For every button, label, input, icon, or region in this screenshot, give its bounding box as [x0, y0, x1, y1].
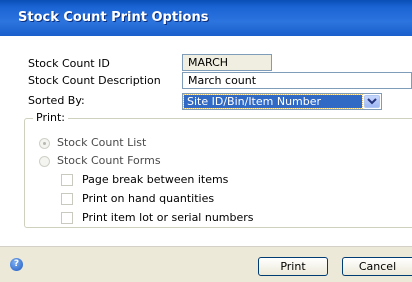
cancel-button-label: Cancel: [358, 260, 397, 273]
help-icon[interactable]: ?: [10, 258, 23, 271]
stock-count-list-radio[interactable]: [39, 138, 50, 149]
print-button[interactable]: Print: [258, 257, 328, 276]
page-break-checkbox[interactable]: [61, 174, 73, 186]
sorted-by-value: Site ID/Bin/Item Number: [183, 94, 363, 109]
stock-count-list-label: Stock Count List: [57, 136, 147, 149]
cancel-button[interactable]: Cancel: [342, 257, 412, 276]
radio-selected-dot: [43, 142, 46, 145]
footer-divider: [0, 246, 412, 247]
title-bar: Stock Count Print Options: [0, 0, 412, 36]
on-hand-quantities-label: Print on hand quantities: [82, 192, 215, 205]
print-button-label: Print: [280, 260, 306, 273]
chevron-down-icon: [367, 98, 377, 105]
sorted-by-dropdown[interactable]: Site ID/Bin/Item Number: [182, 93, 382, 110]
stock-count-id-field: MARCH: [182, 54, 272, 71]
stock-count-id-label: Stock Count ID: [28, 57, 110, 70]
print-group-label: Print:: [33, 111, 69, 124]
page-break-label: Page break between items: [82, 173, 229, 186]
dropdown-arrow[interactable]: [364, 95, 380, 108]
window-title: Stock Count Print Options: [18, 10, 209, 25]
stock-count-forms-radio[interactable]: [39, 156, 50, 167]
sorted-by-label: Sorted By:: [28, 94, 85, 107]
description-field[interactable]: March count: [182, 72, 412, 89]
print-options-group: Print: Stock Count List Stock Count Form…: [24, 111, 412, 228]
lot-serial-label: Print item lot or serial numbers: [82, 211, 254, 224]
lot-serial-checkbox[interactable]: [61, 212, 73, 224]
description-label: Stock Count Description: [28, 74, 161, 87]
dialog-content: Stock Count ID MARCH Stock Count Descrip…: [0, 36, 412, 246]
on-hand-quantities-checkbox[interactable]: [61, 193, 73, 205]
stock-count-forms-label: Stock Count Forms: [57, 154, 161, 167]
